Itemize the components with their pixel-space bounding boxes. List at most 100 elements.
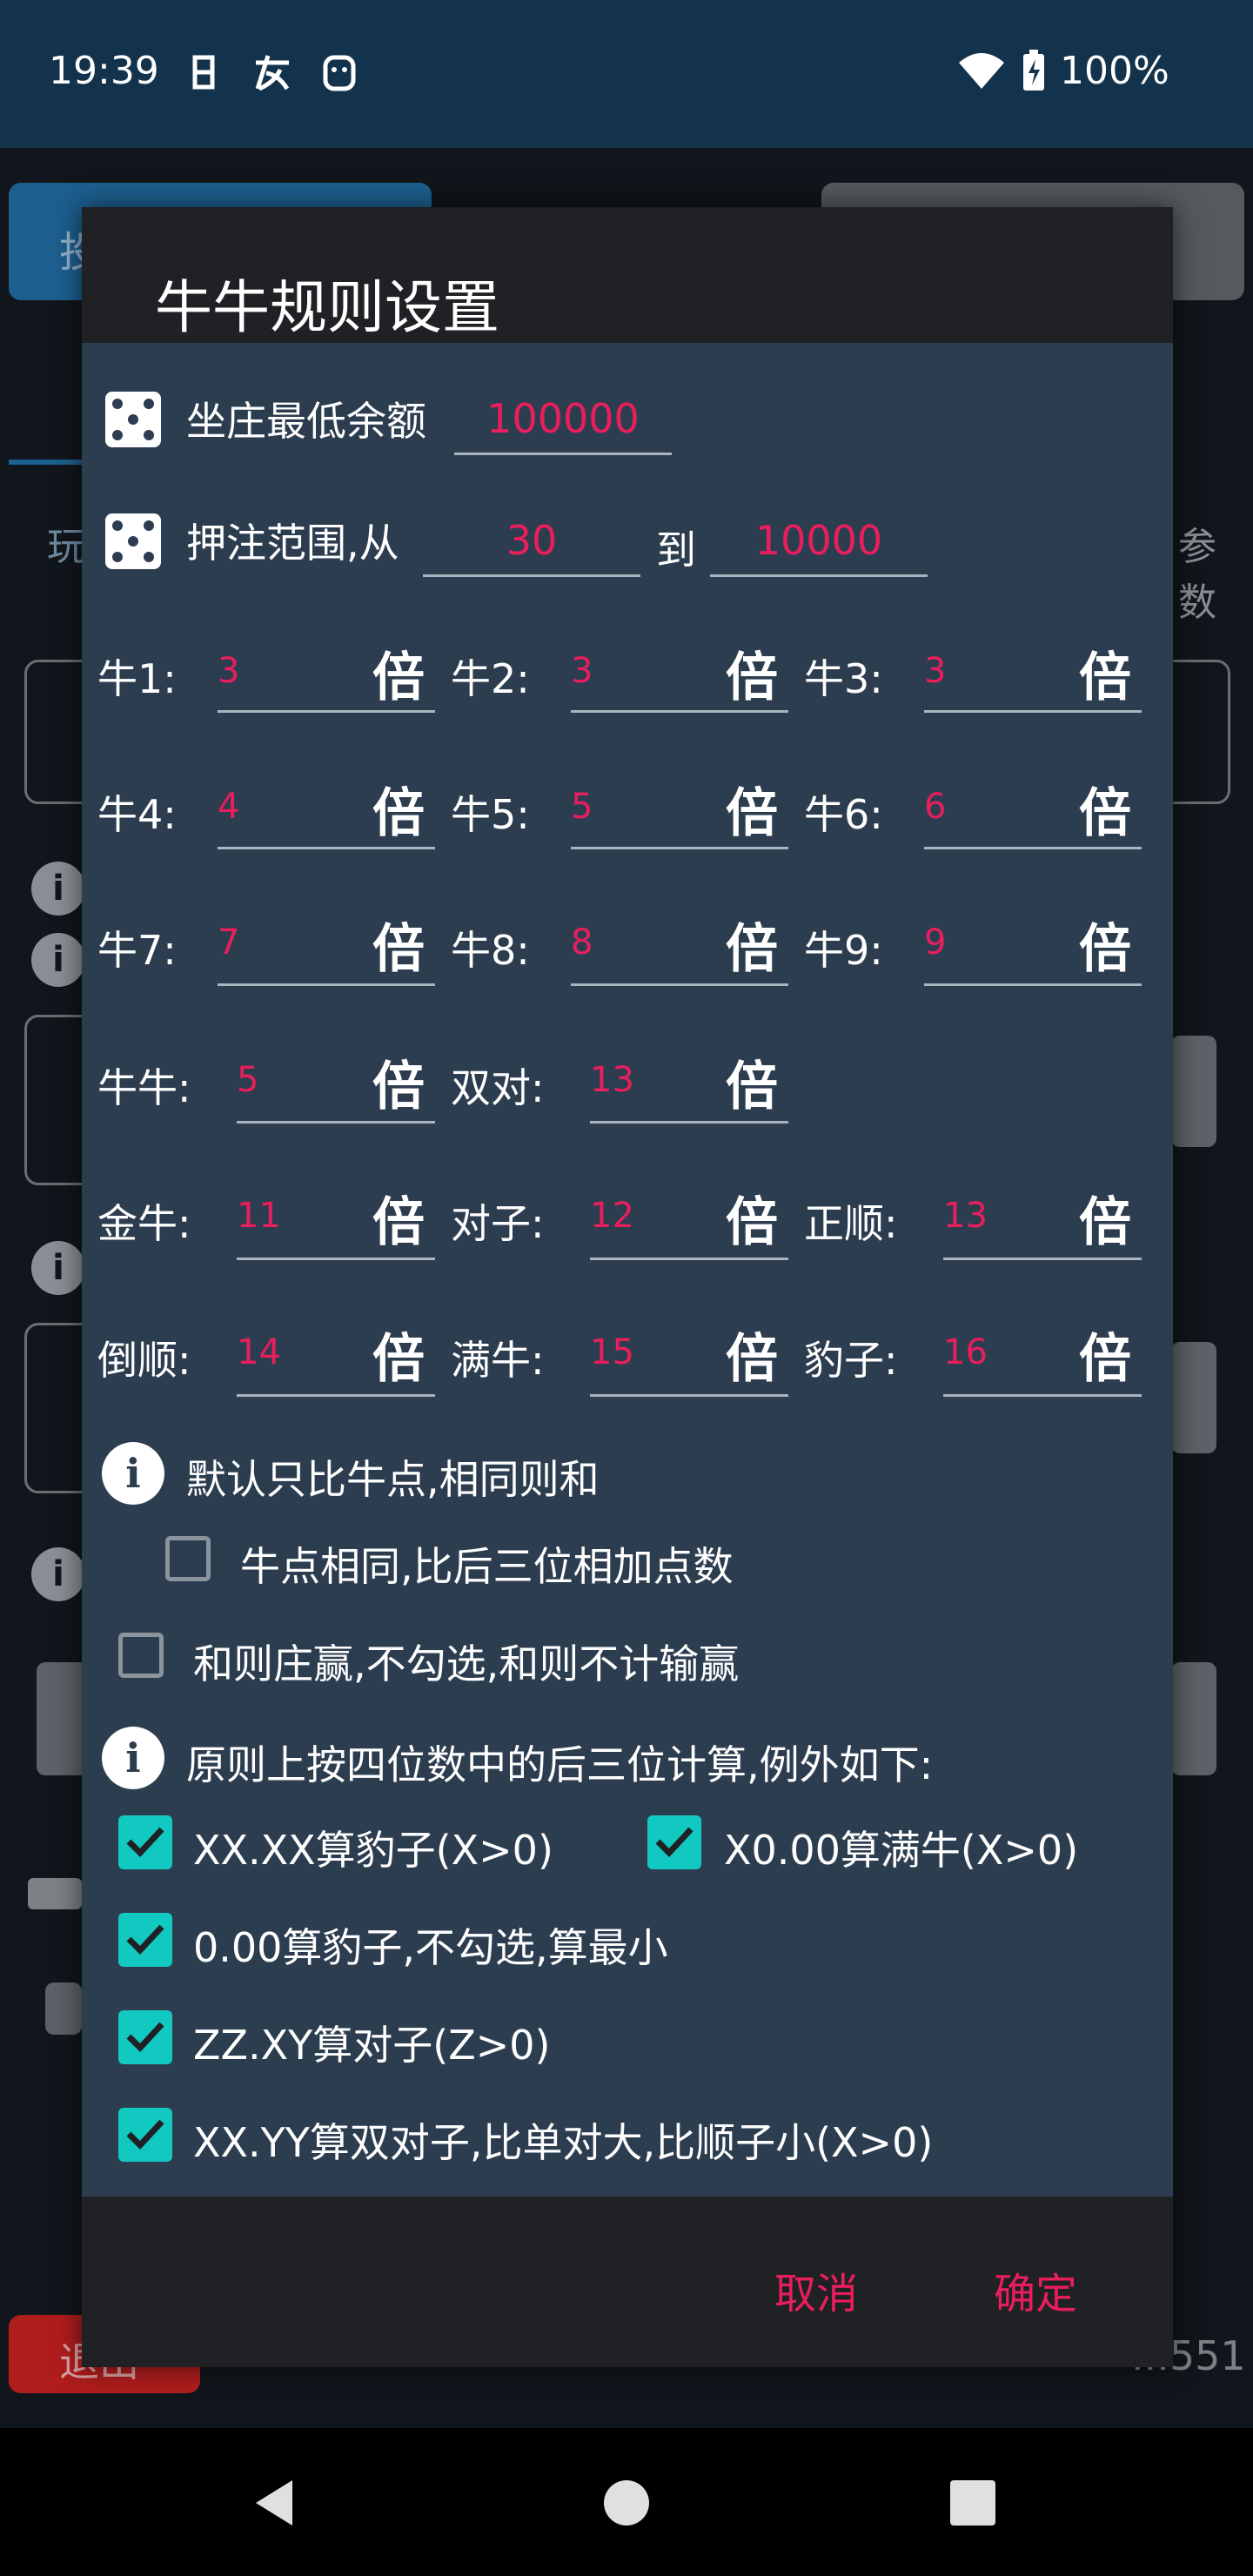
multiplier-underline [590, 1121, 788, 1124]
tie-banker-wins-label[interactable]: 和则庄赢,不勾选,和则不计输赢 [193, 1633, 739, 1690]
multiplier-input[interactable]: 12 [590, 1196, 634, 1236]
bet-range-label: 押注范围,从 [186, 520, 399, 567]
multiplier-underline [943, 1258, 1142, 1260]
back-icon[interactable] [252, 2477, 296, 2532]
multiplier-input[interactable]: 14 [237, 1332, 281, 1372]
background-info-icon: i [31, 1547, 85, 1601]
multiplier-input[interactable]: 9 [924, 922, 946, 963]
multiplier-input[interactable]: 3 [218, 651, 239, 691]
multiplier-underline [218, 710, 435, 713]
exception-label[interactable]: XX.YY算双对子,比单对大,比顺子小(X>0) [193, 2111, 933, 2169]
exception-label[interactable]: ZZ.XY算对子(Z>0) [193, 2014, 550, 2071]
multiplier-unit: 倍 [726, 1057, 778, 1117]
multiplier-input[interactable]: 16 [943, 1332, 988, 1372]
bet-range-from-underline [423, 574, 640, 577]
multiplier-unit: 倍 [372, 647, 425, 708]
multiplier-unit: 倍 [1079, 783, 1131, 844]
multiplier-label: 牛8: [451, 927, 530, 974]
min-balance-underline [454, 453, 672, 455]
notification-icon-3 [320, 50, 358, 103]
multiplier-label: 满牛: [451, 1337, 545, 1384]
multiplier-unit: 倍 [372, 919, 425, 980]
bet-range-to-input[interactable]: 10000 [710, 517, 928, 564]
multiplier-underline [237, 1121, 435, 1124]
multiplier-unit: 倍 [372, 1329, 425, 1390]
gamepad-icon [28, 1878, 82, 1909]
dialog-title: 牛牛规则设置 [155, 274, 499, 341]
multiplier-label: 金牛: [97, 1200, 191, 1247]
min-balance-input[interactable]: 100000 [454, 395, 672, 442]
recents-icon[interactable] [950, 2480, 995, 2526]
battery-icon [1022, 49, 1046, 96]
multiplier-unit: 倍 [726, 783, 778, 844]
multiplier-label: 牛4: [97, 791, 177, 838]
multiplier-unit: 倍 [372, 1192, 425, 1253]
info-default-text: 默认只比牛点,相同则和 [186, 1456, 600, 1503]
multiplier-label: 牛9: [804, 927, 883, 974]
multiplier-label: 双对: [451, 1064, 545, 1111]
exception-checkbox[interactable] [118, 1815, 172, 1869]
multiplier-underline [571, 710, 788, 713]
multiplier-underline [924, 983, 1142, 986]
multiplier-unit: 倍 [726, 1192, 778, 1253]
background-toggle [1171, 1036, 1216, 1147]
multiplier-unit: 倍 [372, 1057, 425, 1117]
multiplier-input[interactable]: 3 [924, 651, 946, 691]
exception-label[interactable]: 0.00算豹子,不勾选,算最小 [193, 1916, 668, 1974]
exception-checkbox[interactable] [647, 1815, 701, 1869]
exception-label[interactable]: X0.00算满牛(X>0) [724, 1819, 1078, 1876]
tie-banker-wins-checkbox[interactable] [118, 1633, 164, 1678]
confirm-button[interactable]: 确定 [994, 2259, 1077, 2320]
multiplier-underline [237, 1258, 435, 1260]
multiplier-label: 对子: [451, 1200, 545, 1247]
background-info-icon: i [31, 933, 85, 987]
multiplier-input[interactable]: 13 [943, 1196, 988, 1236]
background-toggle [1171, 1662, 1216, 1775]
multiplier-label: 牛1: [97, 655, 177, 702]
multiplier-input[interactable]: 3 [571, 651, 593, 691]
multiplier-input[interactable]: 6 [924, 787, 946, 827]
multiplier-input[interactable]: 4 [218, 787, 239, 827]
multiplier-input[interactable]: 15 [590, 1332, 634, 1372]
multiplier-input[interactable]: 11 [237, 1196, 281, 1236]
multiplier-label: 正顺: [804, 1200, 898, 1247]
multiplier-label: 牛3: [804, 655, 883, 702]
multiplier-unit: 倍 [372, 783, 425, 844]
background-info-icon: i [31, 862, 85, 916]
home-icon[interactable] [604, 2480, 649, 2526]
multiplier-underline [571, 983, 788, 986]
multiplier-underline [590, 1258, 788, 1260]
multiplier-input[interactable]: 5 [571, 787, 593, 827]
multiplier-unit: 倍 [1079, 919, 1131, 980]
multiplier-label: 豹子: [804, 1337, 898, 1384]
multiplier-underline [943, 1394, 1142, 1397]
multiplier-underline [590, 1394, 788, 1397]
compare-last3-label[interactable]: 牛点相同,比后三位相加点数 [240, 1535, 734, 1593]
info-icon: i [102, 1442, 164, 1505]
exception-checkbox[interactable] [118, 2108, 172, 2162]
cancel-button[interactable]: 取消 [774, 2259, 858, 2320]
multiplier-input[interactable]: 7 [218, 922, 239, 963]
multiplier-label: 牛5: [451, 791, 530, 838]
exception-checkbox[interactable] [118, 1913, 172, 1967]
exception-checkbox[interactable] [118, 2010, 172, 2064]
min-balance-label: 坐庄最低余额 [186, 398, 426, 445]
multiplier-unit: 倍 [726, 1329, 778, 1390]
background-info-icon: i [31, 1241, 85, 1295]
multiplier-input[interactable]: 13 [590, 1060, 634, 1100]
exception-label[interactable]: XX.XX算豹子(X>0) [193, 1819, 553, 1876]
multiplier-input[interactable]: 5 [237, 1060, 258, 1100]
multiplier-unit: 倍 [726, 647, 778, 708]
multiplier-underline [924, 710, 1142, 713]
background-toggle [1171, 1342, 1216, 1453]
multiplier-label: 牛7: [97, 927, 177, 974]
background-checkbox [45, 1982, 82, 2035]
status-time: 19:39 [49, 49, 159, 93]
multiplier-label: 牛牛: [97, 1064, 191, 1111]
bet-range-to-label: 到 [656, 527, 696, 574]
multiplier-input[interactable]: 8 [571, 922, 593, 963]
info-icon: i [102, 1727, 164, 1789]
bet-range-from-input[interactable]: 30 [423, 517, 640, 564]
background-tab-right: 参数 [1178, 525, 1216, 625]
compare-last3-checkbox[interactable] [165, 1536, 211, 1581]
